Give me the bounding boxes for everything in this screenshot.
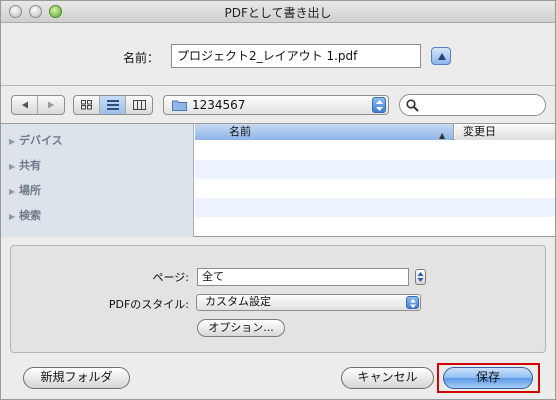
stepper-arrows-icon [417,272,424,282]
pdf-options-panel: ページ: 全て PDFのスタイル: カスタム設定 オプション... [10,245,546,353]
forward-arrow-icon [48,101,54,109]
column-view-icon [132,100,146,110]
icon-view-icon [81,100,92,110]
list-row [195,160,555,179]
pdf-style-popup[interactable]: カスタム設定 [196,294,421,311]
column-header-label: 変更日 [463,125,496,138]
collapse-dialog-button[interactable] [431,47,451,65]
sidebar-item-shared[interactable]: ▶ 共有 [9,157,41,173]
pdf-style-value: カスタム設定 [205,295,271,308]
search-field[interactable] [399,94,546,116]
pages-field[interactable]: 全て [197,268,409,286]
sidebar-item-label: デバイス [19,134,63,147]
triangle-up-icon [438,53,446,60]
list-row [195,198,555,217]
column-header-date[interactable]: 変更日 [455,124,555,140]
new-folder-button[interactable]: 新規フォルダ [23,367,130,389]
pages-stepper[interactable] [415,269,426,285]
file-list: 名前 ▲ 変更日 [195,124,555,237]
sidebar-item-label: 場所 [19,184,41,197]
sidebar-item-label: 共有 [19,159,41,172]
column-view-button[interactable] [126,96,152,114]
list-row [195,217,555,236]
sidebar-item-devices[interactable]: ▶ デバイス [9,132,63,148]
folder-icon [172,100,187,111]
disclosure-triangle-icon: ▶ [9,187,16,196]
options-button[interactable]: オプション... [197,319,285,337]
pdf-style-label: PDFのスタイル: [108,298,189,311]
filename-label: 名前： [123,51,160,65]
title-bar: PDFとして書き出し [1,1,555,23]
filename-input[interactable]: プロジェクト2_レイアウト 1.pdf [171,44,421,68]
sidebar-item-places[interactable]: ▶ 場所 [9,182,41,198]
column-header-name[interactable]: 名前 ▲ [195,124,454,140]
list-view-icon [106,100,119,110]
cancel-button[interactable]: キャンセル [341,367,434,389]
icon-view-button[interactable] [74,96,100,114]
disclosure-triangle-icon: ▶ [9,162,16,171]
file-list-header: 名前 ▲ 変更日 [195,124,555,140]
disclosure-triangle-icon: ▶ [9,212,16,221]
back-arrow-icon [21,101,28,109]
column-header-label: 名前 [229,125,251,138]
navigation-buttons [11,95,65,115]
sidebar-item-label: 検索 [19,209,41,222]
save-button[interactable]: 保存 [443,367,533,389]
popup-arrows-icon [406,296,419,309]
sidebar: ▶ デバイス ▶ 共有 ▶ 場所 ▶ 検索 [1,124,194,237]
disclosure-triangle-icon: ▶ [9,137,16,146]
save-dialog: PDFとして書き出し 名前： プロジェクト2_レイアウト 1.pdf 12345… [0,0,556,400]
separator [1,85,555,86]
location-popup[interactable]: 1234567 [163,95,389,115]
window-title: PDFとして書き出し [224,6,332,20]
file-browser: ▶ デバイス ▶ 共有 ▶ 場所 ▶ 検索 名前 ▲ 変更日 [1,123,555,237]
list-row [195,179,555,198]
search-icon [406,99,419,112]
popup-arrows-icon [372,97,386,113]
sidebar-item-search[interactable]: ▶ 検索 [9,207,41,223]
list-view-button[interactable] [100,96,126,114]
location-label: 1234567 [192,98,246,112]
back-button[interactable] [12,96,38,114]
view-mode-buttons [73,95,153,115]
pages-label: ページ: [152,271,190,284]
forward-button[interactable] [38,96,64,114]
list-row [195,141,555,160]
